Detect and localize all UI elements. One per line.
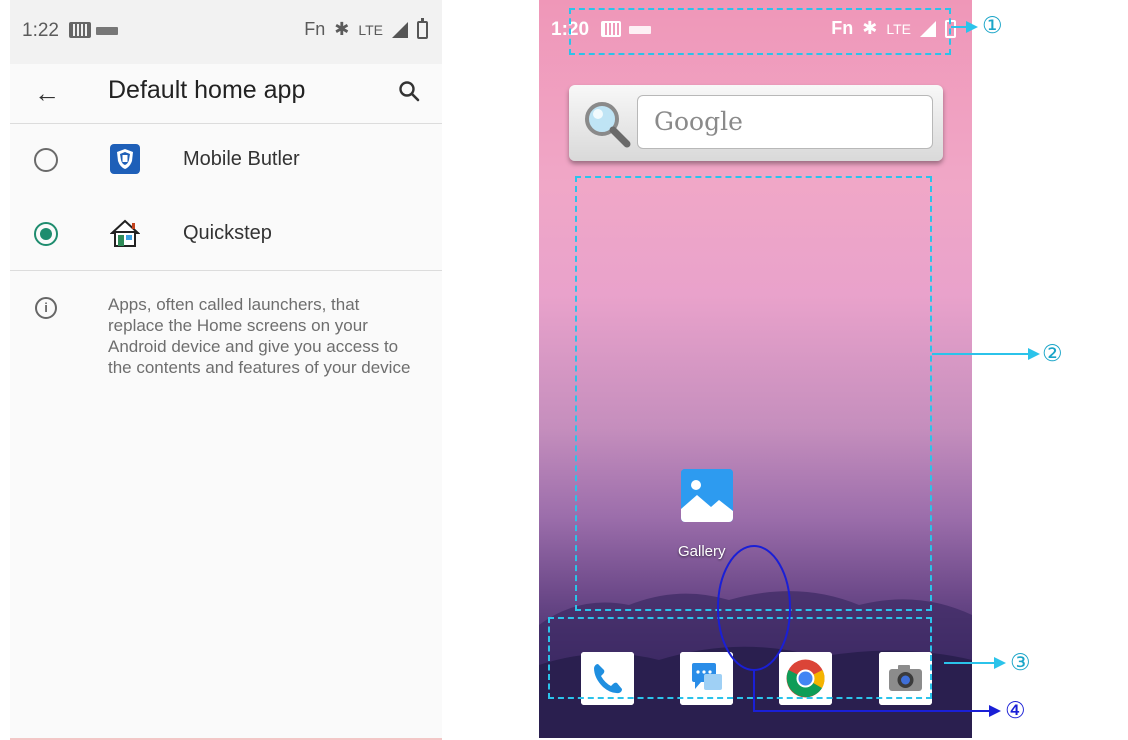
settings-screen: 1:22 Fn ✱ LTE ← Default home app Mobile … [10, 0, 442, 740]
signal-icon [392, 21, 408, 38]
page-title: Default home app [108, 76, 306, 104]
volte-icon [96, 27, 118, 35]
fn-indicator: Fn [304, 19, 326, 39]
sim-card-icon [69, 22, 91, 38]
battery-icon [417, 17, 428, 39]
callout-2: ② [1042, 341, 1063, 367]
option-label: Quickstep [183, 222, 272, 244]
callout-box-status-bar [569, 8, 951, 55]
network-type: LTE [358, 21, 383, 38]
search-icon[interactable] [398, 80, 420, 102]
radio-button-unchecked[interactable] [34, 148, 58, 172]
arrow-head-2 [1028, 348, 1040, 360]
arrow-line-2 [932, 353, 1028, 355]
option-mobile-butler[interactable]: Mobile Butler [10, 124, 442, 196]
arrow-line-1 [951, 26, 966, 28]
google-search-widget[interactable]: Google [569, 85, 943, 161]
callout-4: ④ [1005, 698, 1026, 724]
arrow-line-4 [753, 710, 989, 712]
bluetooth-icon: ✱ [334, 19, 350, 39]
magnifier-icon[interactable] [581, 98, 633, 150]
status-bar: 1:22 Fn ✱ LTE [10, 0, 442, 64]
mobile-butler-icon [110, 144, 140, 174]
divider [10, 270, 442, 271]
option-quickstep[interactable]: Quickstep [10, 198, 442, 270]
google-search-input[interactable]: Google [637, 95, 933, 149]
app-toolbar: ← Default home app [10, 64, 442, 124]
ellipse-annotation [717, 545, 791, 710]
info-description: Apps, often called launchers, that repla… [108, 295, 411, 377]
arrow-line-3 [944, 662, 994, 664]
quickstep-house-icon [110, 219, 140, 247]
option-label: Mobile Butler [183, 148, 300, 170]
callout-3: ③ [1010, 650, 1031, 676]
status-time: 1:22 [22, 20, 59, 41]
arrow-head-3 [994, 657, 1006, 669]
status-indicators: Fn ✱ LTE [304, 17, 428, 40]
search-placeholder: Google [654, 107, 743, 136]
callout-1: ① [982, 13, 1003, 39]
radio-button-checked[interactable] [34, 222, 58, 246]
arrow-head-4 [989, 705, 1001, 717]
back-arrow-icon[interactable]: ← [34, 78, 60, 109]
arrow-head-1 [966, 21, 978, 33]
info-icon: i [35, 297, 57, 319]
